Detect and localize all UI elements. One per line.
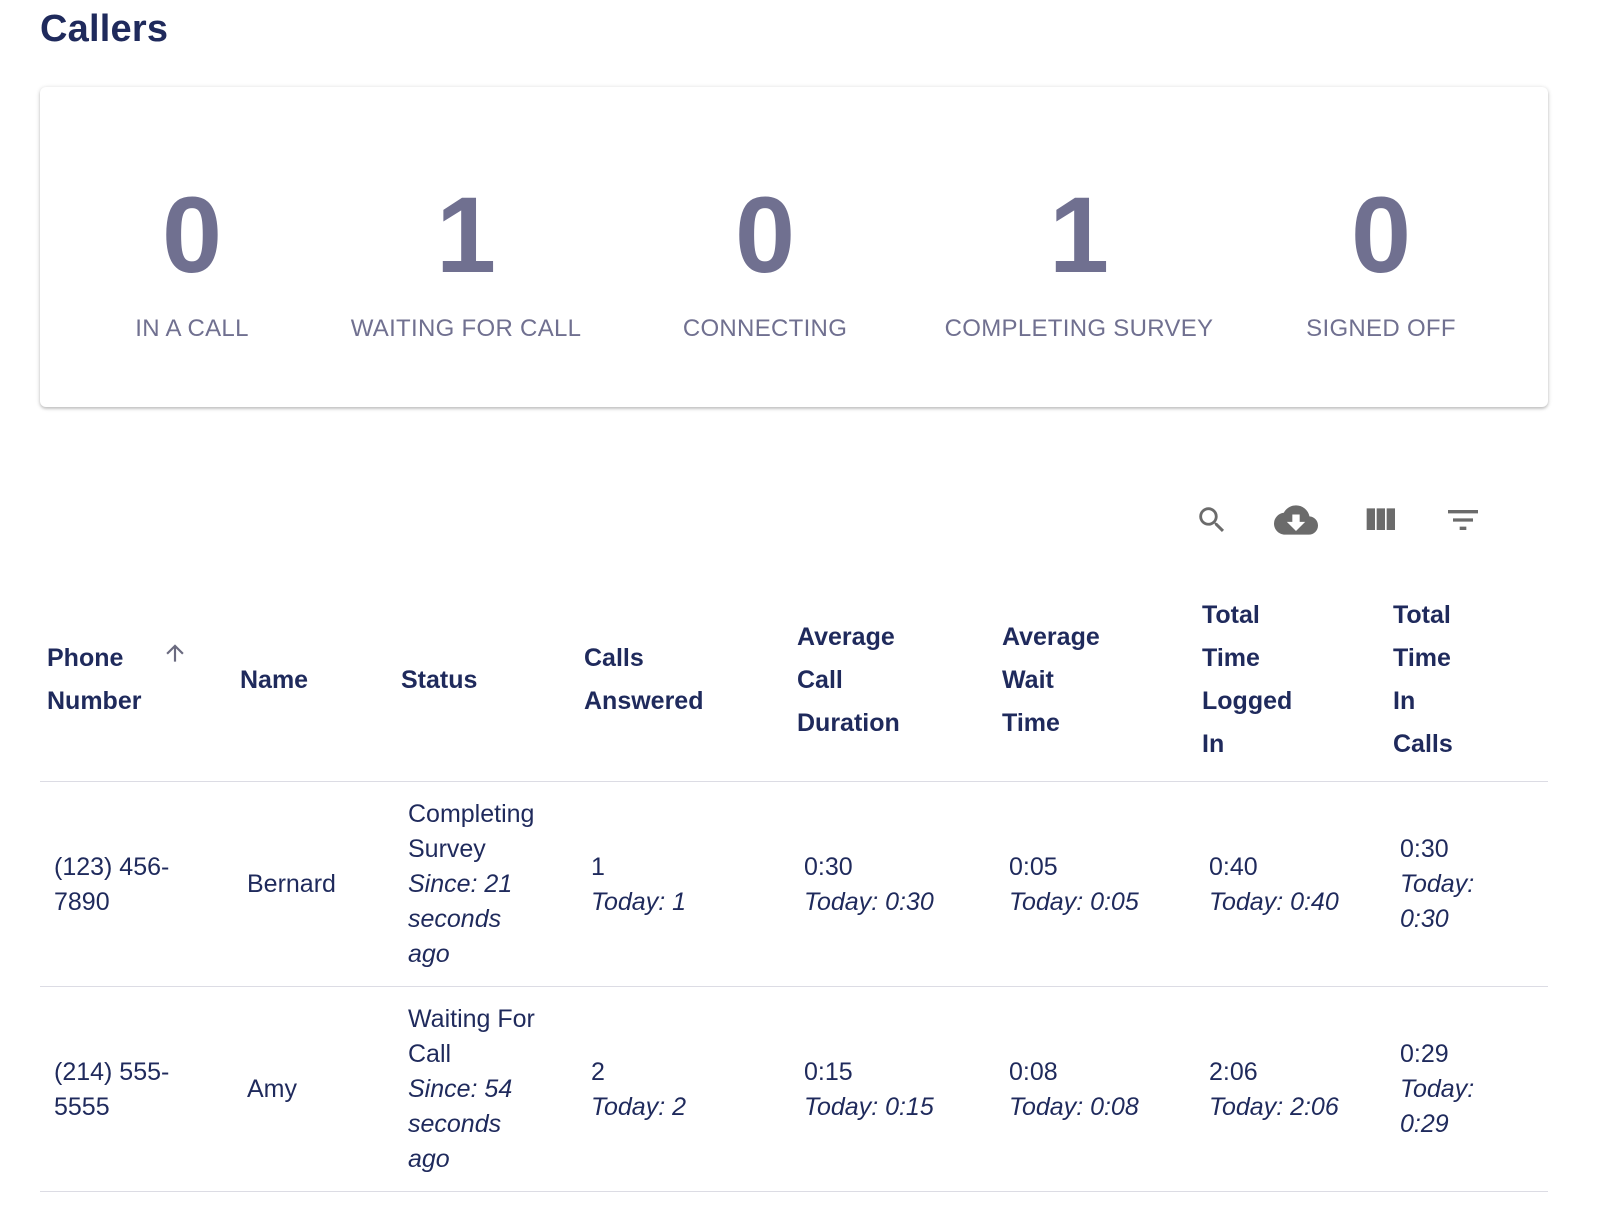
search-icon	[1199, 507, 1225, 533]
column-header-average-wait-time[interactable]: Average Wait Time	[1002, 578, 1182, 782]
status-since: Since: 21 seconds ago	[408, 870, 513, 968]
column-header-name[interactable]: Name	[240, 578, 380, 782]
stat-label: WAITING FOR CALL	[350, 315, 582, 342]
table-toolbar	[0, 498, 1600, 542]
table-row[interactable]: (214) 555- 5555 Amy Waiting For Call Sin…	[40, 987, 1548, 1192]
stat-label: COMPLETING SURVEY	[944, 315, 1214, 342]
cell-status: Waiting For Call Since: 54 seconds ago	[408, 987, 578, 1192]
phone-number: (214) 555- 5555	[54, 1057, 170, 1121]
stat-value: 0	[1350, 174, 1412, 295]
calls-answered-total: 2	[591, 1057, 605, 1086]
average-call-duration-today: Today: 0:15	[804, 1092, 934, 1121]
column-header-label: Total Time In Calls	[1393, 601, 1453, 758]
view-column-icon	[1366, 508, 1395, 530]
filter-list-icon	[1448, 510, 1478, 530]
average-wait-time-total: 0:08	[1009, 1057, 1058, 1086]
calls-answered-today: Today: 1	[591, 887, 686, 916]
total-time-logged-in-total: 0:40	[1209, 852, 1258, 881]
cell-calls-answered: 1 Today: 1	[591, 782, 781, 987]
view-columns-button[interactable]	[1358, 498, 1402, 542]
caller-name: Amy	[247, 1075, 297, 1103]
column-header-status[interactable]: Status	[401, 578, 561, 782]
cell-total-time-logged-in: 0:40 Today: 0:40	[1209, 782, 1389, 987]
calls-answered-total: 1	[591, 852, 605, 881]
cell-status: Completing Survey Since: 21 seconds ago	[408, 782, 578, 987]
page-title: Callers	[40, 8, 169, 50]
caller-stats-card: 0 IN A CALL 1 WAITING FOR CALL 0 CONNECT…	[40, 87, 1548, 407]
arrow-up-icon[interactable]	[162, 640, 188, 666]
download-csv-button[interactable]	[1274, 498, 1318, 542]
filter-button[interactable]	[1441, 498, 1485, 542]
calls-answered-today: Today: 2	[591, 1092, 686, 1121]
average-wait-time-total: 0:05	[1009, 852, 1058, 881]
average-wait-time-today: Today: 0:08	[1009, 1092, 1139, 1121]
cell-total-time-in-calls: 0:29 Today: 0:29	[1400, 987, 1540, 1192]
total-time-in-calls-total: 0:29	[1400, 1040, 1449, 1068]
average-call-duration-total: 0:30	[804, 852, 853, 881]
search-button[interactable]	[1190, 498, 1234, 542]
total-time-in-calls-today: Today: 0:29	[1400, 1075, 1475, 1138]
cell-average-wait-time: 0:08 Today: 0:08	[1009, 987, 1199, 1192]
column-header-label: Average Call Duration	[797, 622, 900, 737]
stat-value: 1	[435, 174, 497, 295]
stat-value: 1	[1048, 174, 1110, 295]
column-header-phone-number[interactable]: Phone Number	[47, 578, 197, 782]
stat-label: IN A CALL	[135, 315, 249, 342]
status-text: Completing Survey	[408, 800, 535, 863]
cell-phone-number: (214) 555- 5555	[54, 987, 234, 1192]
cell-name: Amy	[247, 987, 387, 1192]
cell-average-wait-time: 0:05 Today: 0:05	[1009, 782, 1199, 987]
average-call-duration-total: 0:15	[804, 1057, 853, 1086]
column-header-label: Calls Answered	[584, 644, 704, 715]
cell-phone-number: (123) 456- 7890	[54, 782, 234, 987]
total-time-logged-in-today: Today: 2:06	[1209, 1092, 1339, 1121]
status-text: Waiting For Call	[408, 1005, 535, 1068]
column-header-calls-answered[interactable]: Calls Answered	[584, 578, 764, 782]
column-header-label: Average Wait Time	[1002, 622, 1100, 737]
stat-value: 0	[734, 174, 796, 295]
total-time-in-calls-today: Today: 0:30	[1400, 870, 1475, 933]
cell-calls-answered: 2 Today: 2	[591, 987, 781, 1192]
cell-name: Bernard	[247, 782, 387, 987]
column-header-label: Phone Number	[47, 644, 142, 715]
column-header-label: Total Time Logged In	[1202, 601, 1293, 758]
total-time-in-calls-total: 0:30	[1400, 835, 1449, 863]
stat-label: CONNECTING	[682, 315, 848, 342]
stat-label: SIGNED OFF	[1306, 315, 1456, 342]
table-header: Phone Number Name Status Calls Answered …	[40, 578, 1548, 782]
column-header-label: Status	[401, 665, 478, 694]
column-header-total-time-in-calls[interactable]: Total Time In Calls	[1393, 578, 1543, 782]
average-wait-time-today: Today: 0:05	[1009, 887, 1139, 916]
cell-total-time-in-calls: 0:30 Today: 0:30	[1400, 782, 1540, 987]
cell-total-time-logged-in: 2:06 Today: 2:06	[1209, 987, 1389, 1192]
callers-table: Phone Number Name Status Calls Answered …	[40, 578, 1548, 1192]
average-call-duration-today: Today: 0:30	[804, 887, 934, 916]
total-time-logged-in-total: 2:06	[1209, 1057, 1258, 1086]
total-time-logged-in-today: Today: 0:40	[1209, 887, 1339, 916]
cell-average-call-duration: 0:30 Today: 0:30	[804, 782, 994, 987]
column-header-label: Name	[240, 665, 309, 694]
column-header-total-time-logged-in[interactable]: Total Time Logged In	[1202, 578, 1372, 782]
stat-value: 0	[161, 174, 223, 295]
phone-number: (123) 456- 7890	[54, 852, 170, 916]
status-since: Since: 54 seconds ago	[408, 1075, 513, 1173]
cell-average-call-duration: 0:15 Today: 0:15	[804, 987, 994, 1192]
cloud-download-icon	[1274, 505, 1318, 535]
table-row[interactable]: (123) 456- 7890 Bernard Completing Surve…	[40, 782, 1548, 987]
column-header-average-call-duration[interactable]: Average Call Duration	[797, 578, 977, 782]
caller-name: Bernard	[247, 870, 336, 898]
